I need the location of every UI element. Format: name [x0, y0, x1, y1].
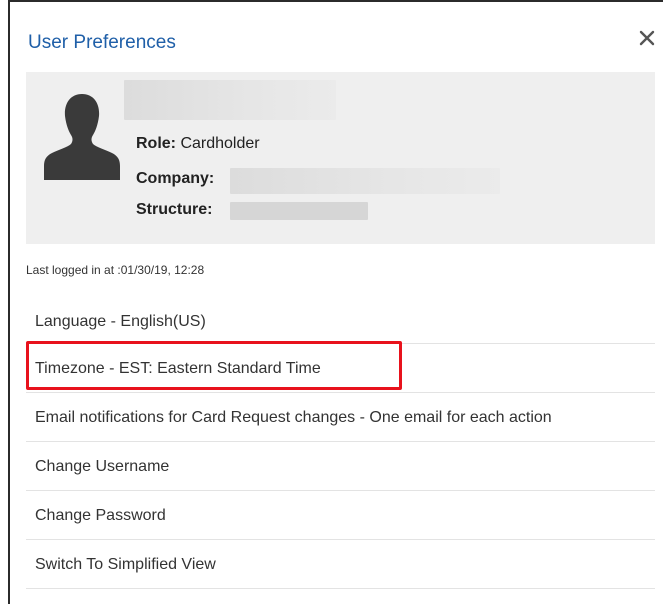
preferences-menu: Language - English(US) Timezone - EST: E…: [26, 299, 655, 589]
last-login-text: Last logged in at :01/30/19, 12:28: [26, 263, 205, 277]
role-label: Role:: [136, 135, 176, 152]
menu-item-change-username[interactable]: Change Username: [26, 442, 655, 491]
user-name-redacted: [124, 80, 336, 120]
menu-item-language[interactable]: Language - English(US): [26, 299, 655, 344]
role-field: Role: Cardholder: [136, 135, 260, 153]
menu-item-simplified-view[interactable]: Switch To Simplified View: [26, 540, 655, 589]
menu-item-change-password[interactable]: Change Password: [26, 491, 655, 540]
profile-card: Role: Cardholder Company: Structure:: [26, 72, 655, 244]
structure-value-redacted: [230, 202, 368, 220]
company-field: Company:: [136, 170, 214, 188]
structure-field: Structure:: [136, 201, 212, 219]
company-value-redacted: [230, 168, 500, 194]
structure-label: Structure:: [136, 201, 213, 218]
close-icon[interactable]: [639, 30, 655, 46]
company-label: Company:: [136, 170, 215, 187]
menu-item-timezone[interactable]: Timezone - EST: Eastern Standard Time: [26, 344, 655, 393]
role-value: Cardholder: [180, 135, 260, 152]
user-silhouette-icon: [40, 86, 124, 182]
menu-item-email-notifications[interactable]: Email notifications for Card Request cha…: [26, 393, 655, 442]
dialog-title: User Preferences: [28, 32, 176, 53]
